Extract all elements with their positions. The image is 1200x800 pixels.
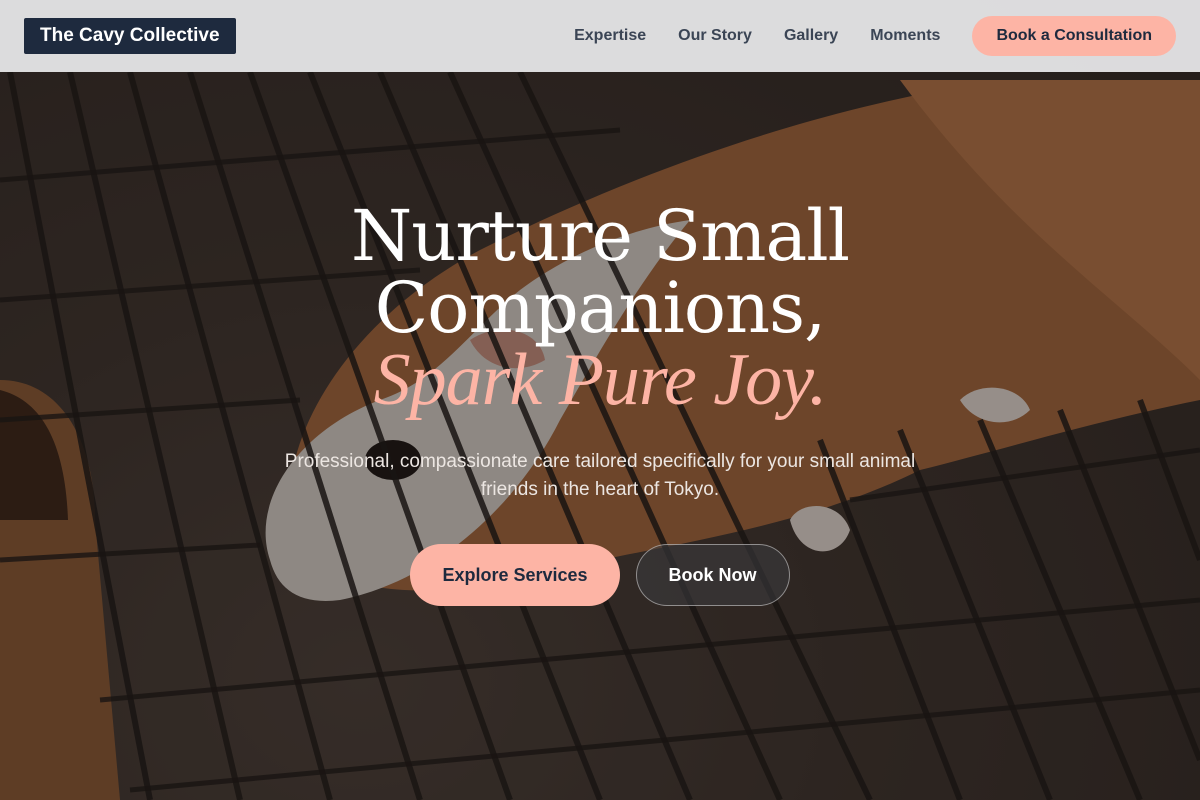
book-consultation-button[interactable]: Book a Consultation [972,16,1176,56]
nav-link-moments[interactable]: Moments [870,27,940,45]
main-nav: Expertise Our Story Gallery Moments [574,27,940,45]
hero-subtext: Professional, compassionate care tailore… [284,451,916,500]
explore-services-button[interactable]: Explore Services [410,544,620,606]
hero-cta-row: Explore Services Book Now [0,544,1200,606]
nav-link-gallery[interactable]: Gallery [784,27,838,45]
nav-link-our-story[interactable]: Our Story [678,27,752,45]
hero-headline: Nurture Small Companions, Spark Pure Joy… [0,195,1200,421]
headline-accent: Spark Pure Joy. [373,339,828,421]
headline-line-1: Nurture Small [351,195,850,277]
hero-section: Nurture Small Companions, Spark Pure Joy… [0,200,1200,606]
site-header: The Cavy Collective Expertise Our Story … [0,0,1200,72]
brand-logo[interactable]: The Cavy Collective [24,18,236,54]
headline-line-2: Companions, [374,267,827,349]
book-now-button[interactable]: Book Now [635,544,790,606]
nav-link-expertise[interactable]: Expertise [574,27,646,45]
